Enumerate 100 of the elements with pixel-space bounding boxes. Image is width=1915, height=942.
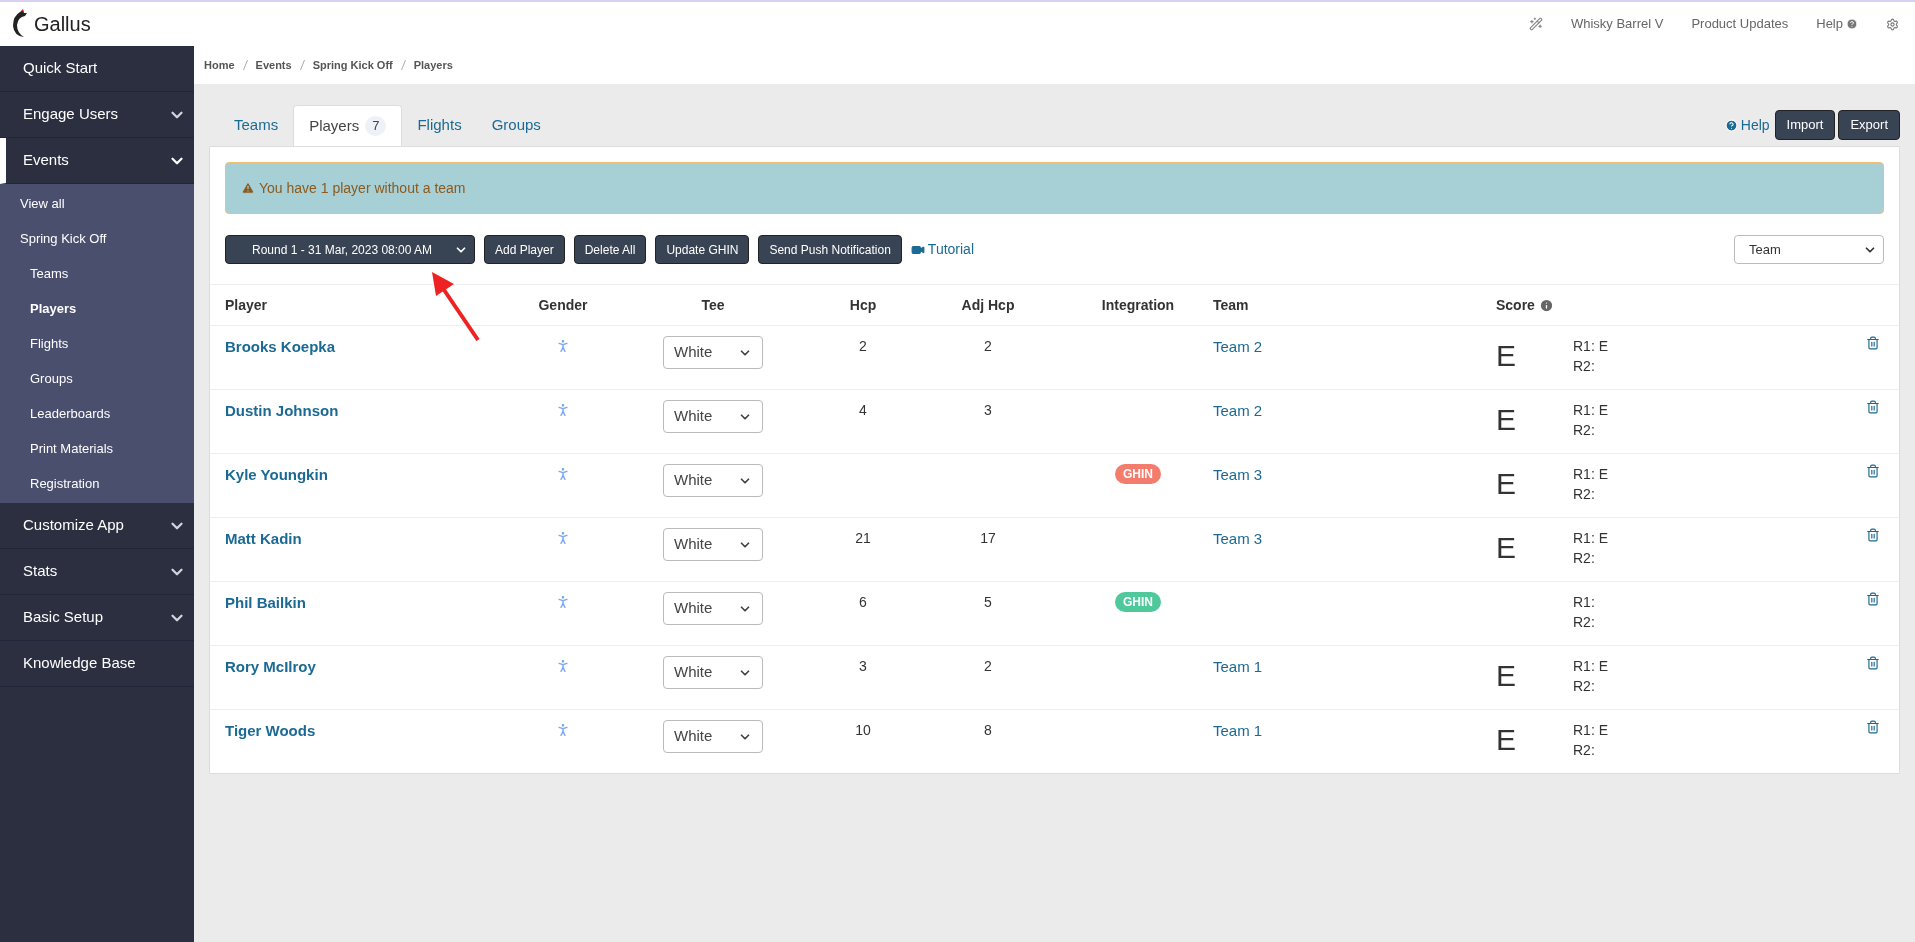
sidebar-subitem[interactable]: View all [0,186,194,221]
settings-icon[interactable] [1886,17,1899,31]
team-link[interactable]: Team 1 [1213,658,1263,675]
help-link[interactable]: Help [1724,114,1770,136]
sidebar-subitem[interactable]: Registration [0,466,194,501]
round-score: R2: [1573,613,1596,632]
toolbar-button[interactable]: Send Push Notification [758,235,902,264]
sidebar-item[interactable]: Knowledge Base [0,641,194,687]
header-link[interactable]: Product Updates [1691,14,1789,34]
hcp-value: 2 [859,337,867,356]
round-score: R1: E [1573,465,1609,484]
delete-icon[interactable] [1866,656,1880,670]
person-icon [555,594,571,610]
player-link[interactable]: Brooks Koepka [225,336,336,359]
tee-select[interactable]: White [663,464,763,497]
team-link[interactable]: Team 3 [1213,530,1263,547]
column-header: Adj Hcp [961,295,1015,315]
tab[interactable]: Teams [219,104,294,146]
toolbar-button[interactable]: Delete All [573,235,647,264]
column-header: Integration [1101,295,1175,315]
action-button[interactable]: Import [1774,110,1836,140]
magic-wand-icon[interactable] [1528,17,1543,31]
sidebar-subitem[interactable]: Leaderboards [0,396,194,431]
breadcrumb-link[interactable]: Home [204,56,235,74]
person-icon [555,402,571,418]
adj-hcp-value: 2 [984,337,992,356]
warning-icon [241,181,255,195]
count-badge: 7 [365,116,387,136]
player-link[interactable]: Tiger Woods [225,720,316,743]
tee-select[interactable]: White [663,528,763,561]
team-link[interactable]: Team 2 [1213,338,1263,355]
sidebar-subitem[interactable]: Spring Kick Off [0,221,194,256]
adj-hcp-value: 8 [984,721,992,740]
header-link[interactable]: Whisky Barrel V [1570,14,1664,34]
round-score: R1: [1573,593,1596,612]
integration-badge: GHIN [1115,464,1161,484]
breadcrumb-link[interactable]: Spring Kick Off [312,56,393,74]
sidebar-item[interactable]: Customize App [0,503,194,549]
breadcrumb-link[interactable]: Events [255,56,292,74]
delete-icon[interactable] [1866,464,1880,478]
column-header: Team [1213,295,1249,315]
round-score: R2: [1573,741,1596,760]
player-link[interactable]: Dustin Johnson [225,400,339,423]
tab[interactable]: Flights [402,104,477,146]
sidebar-subitem[interactable]: Players [0,291,194,326]
tee-select[interactable]: White [663,336,763,369]
sidebar-item[interactable]: Basic Setup [0,595,194,641]
delete-icon[interactable] [1866,336,1880,350]
score-value: E [1496,339,1516,372]
breadcrumb-separator-icon [299,60,305,70]
player-link[interactable]: Rory McIlroy [225,656,316,679]
tee-select[interactable]: White [663,592,763,625]
person-icon [555,530,571,546]
delete-icon[interactable] [1866,720,1880,734]
round-score: R2: [1573,677,1596,696]
sidebar-subitem[interactable]: Flights [0,326,194,361]
hcp-value: 6 [859,593,867,612]
brand-name: Gallus [34,12,91,37]
group-by-select[interactable]: Team [1734,235,1884,264]
adj-hcp-value: 5 [984,593,992,612]
toolbar-button[interactable]: Add Player [484,235,565,264]
score-value: E [1496,723,1516,756]
sidebar-item[interactable]: Stats [0,549,194,595]
alert-text: You have 1 player without a team [259,178,466,198]
hcp-value: 10 [855,721,871,740]
round-score: R2: [1573,421,1596,440]
round-score: R1: E [1573,529,1609,548]
sidebar-subitem[interactable]: Teams [0,256,194,291]
rooster-logo-icon [10,9,30,39]
help-icon [1724,118,1738,132]
adj-hcp-value: 2 [984,657,992,676]
player-link[interactable]: Matt Kadin [225,528,302,551]
help-icon [1846,18,1858,30]
team-link[interactable]: Team 1 [1213,722,1263,739]
round-select[interactable]: Round 1 - 31 Mar, 2023 08:00 AM [225,235,475,264]
delete-icon[interactable] [1866,400,1880,414]
team-link[interactable]: Team 3 [1213,466,1263,483]
team-link[interactable]: Team 2 [1213,402,1263,419]
tee-select[interactable]: White [663,400,763,433]
tutorial-link[interactable]: Tutorial [910,239,974,260]
delete-icon[interactable] [1866,592,1880,606]
tee-select[interactable]: White [663,656,763,689]
tab[interactable]: Groups [476,104,556,146]
sidebar-subitem[interactable]: Groups [0,361,194,396]
score-value: E [1496,467,1516,500]
delete-icon[interactable] [1866,528,1880,542]
sidebar-subitem[interactable]: Print Materials [0,431,194,466]
player-link[interactable]: Phil Bailkin [225,592,306,615]
player-link[interactable]: Kyle Youngkin [225,464,328,487]
person-icon [555,722,571,738]
tee-select[interactable]: White [663,720,763,753]
round-score: R2: [1573,549,1596,568]
header-link[interactable]: Help [1816,14,1858,34]
sidebar-item[interactable]: Engage Users [0,92,194,138]
tab[interactable]: Players 7 [293,105,403,147]
action-button[interactable]: Export [1838,110,1900,140]
person-icon [555,466,571,482]
breadcrumb-link[interactable]: Players [413,56,453,74]
toolbar-button[interactable]: Update GHIN [655,235,750,264]
round-score: R1: E [1573,657,1609,676]
